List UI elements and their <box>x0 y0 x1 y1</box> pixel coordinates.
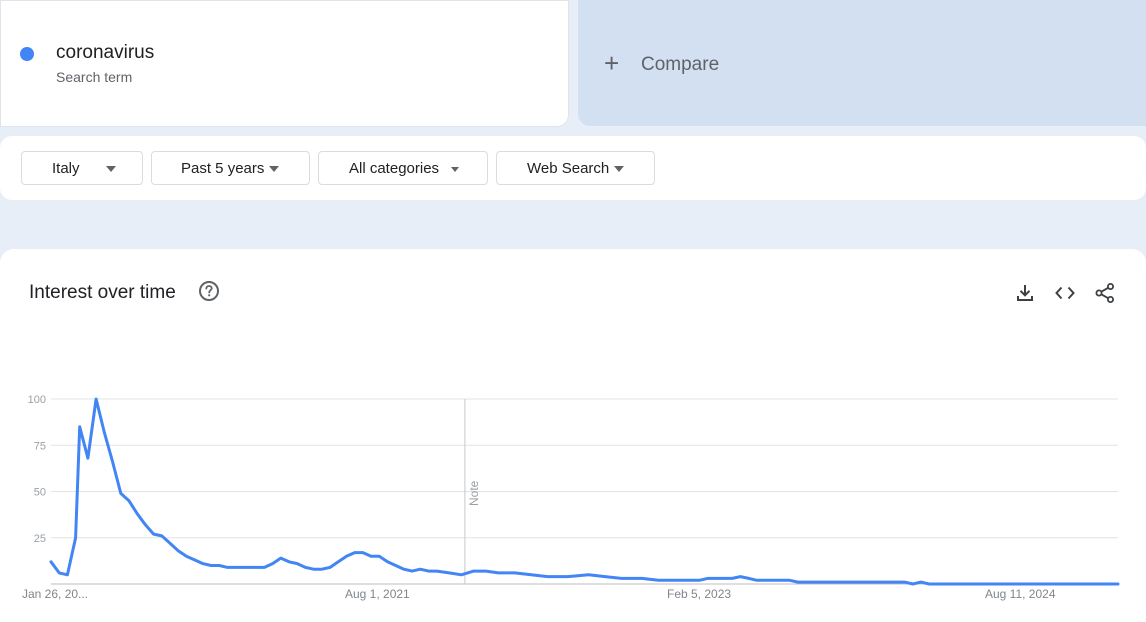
x-tick-label: Feb 5, 2023 <box>667 587 731 601</box>
category-label: All categories <box>349 160 440 177</box>
chevron-down-icon <box>614 166 624 172</box>
x-tick-label: Aug 11, 2024 <box>985 587 1056 601</box>
chevron-down-icon <box>269 166 279 172</box>
region-dropdown[interactable]: Italy <box>21 151 143 185</box>
chevron-down-icon <box>106 166 116 172</box>
time-range-dropdown[interactable]: Past 5 years <box>151 151 310 185</box>
x-tick-label: Jan 26, 20... <box>22 587 88 601</box>
y-tick-label: 75 <box>34 440 46 452</box>
x-tick-label: Aug 1, 2021 <box>345 587 410 601</box>
compare-button[interactable]: + Compare <box>578 0 1146 126</box>
search-term-type: Search term <box>56 69 133 85</box>
y-tick-label: 50 <box>34 487 46 499</box>
series-color-dot <box>20 47 34 61</box>
compare-label: Compare <box>641 54 720 75</box>
category-dropdown[interactable]: All categories <box>318 151 488 185</box>
time-range-label: Past 5 years <box>181 160 265 177</box>
search-type-dropdown[interactable]: Web Search <box>496 151 655 185</box>
interest-chart[interactable]: 25 50 75 100 Note Jan 26, 20... Aug 1, 2021 Feb… <box>0 249 1146 622</box>
search-term-name[interactable]: coronavirus <box>56 42 154 64</box>
filters-bar: Italy Past 5 years All categories Web Se… <box>0 136 1146 200</box>
note-marker-label: Note <box>467 480 481 506</box>
search-type-label: Web Search <box>527 160 610 177</box>
y-tick-label: 25 <box>34 533 46 545</box>
region-label: Italy <box>52 160 80 177</box>
interest-over-time-card: Interest over time 25 50 75 100 Note Jan 26, … <box>0 249 1146 622</box>
y-tick-label: 100 <box>28 394 46 406</box>
search-term-card[interactable]: coronavirus Search term <box>0 0 569 127</box>
chevron-down-icon <box>451 167 459 172</box>
plus-icon: + <box>604 48 620 78</box>
